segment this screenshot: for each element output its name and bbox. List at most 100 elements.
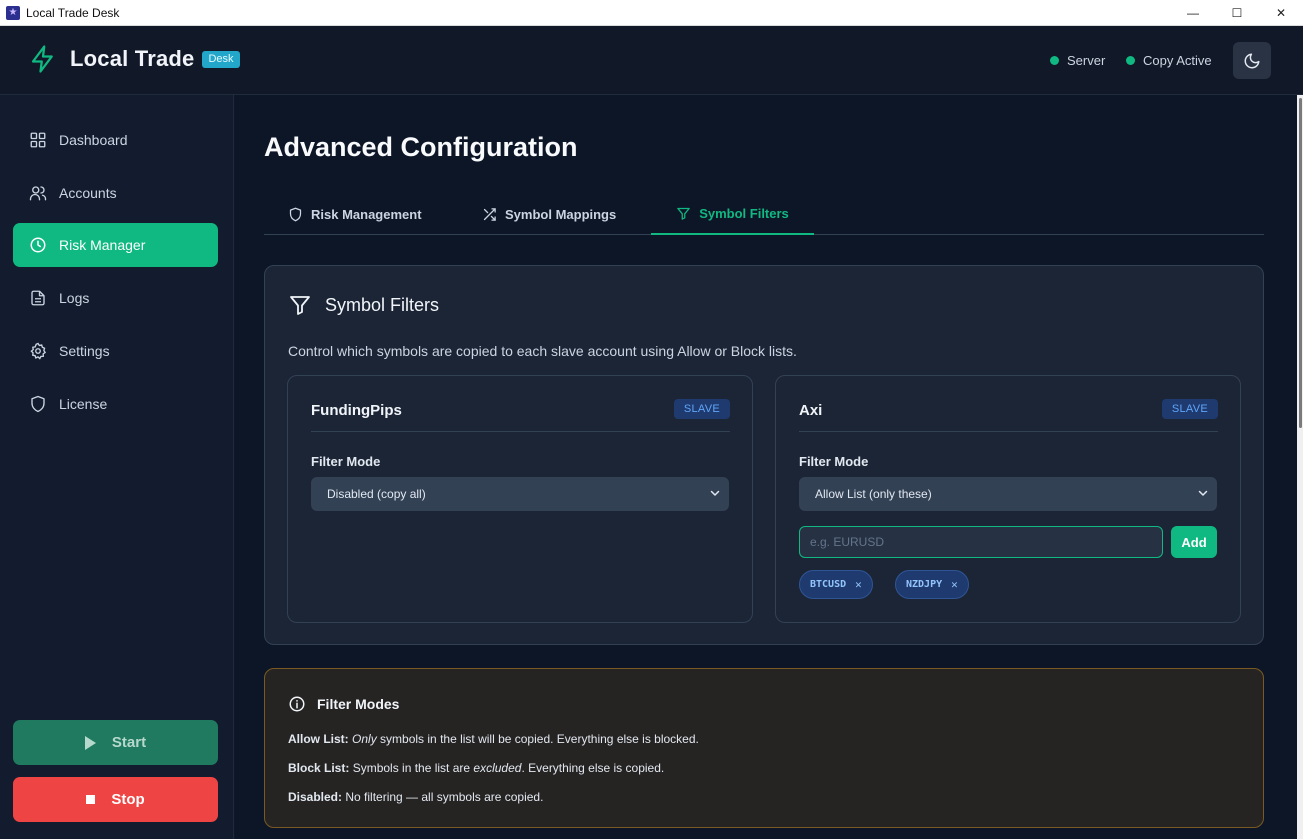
app-icon: ★ xyxy=(6,5,20,20)
sidebar-item-risk-manager[interactable]: Risk Manager xyxy=(13,223,218,267)
filter-mode-value: Disabled (copy all) xyxy=(327,487,426,501)
sidebar-item-label: Accounts xyxy=(59,185,117,201)
emphasis: excluded xyxy=(473,761,522,775)
sidebar-item-label: Logs xyxy=(59,290,90,306)
stop-button[interactable]: Stop xyxy=(13,777,218,822)
close-icon[interactable]: ✕ xyxy=(951,578,958,591)
emphasis: Only xyxy=(352,732,377,746)
copy-status-label: Copy Active xyxy=(1143,53,1212,68)
sidebar-item-label: License xyxy=(59,396,108,412)
sidebar-item-dashboard[interactable]: Dashboard xyxy=(13,118,218,162)
play-icon xyxy=(84,735,96,750)
maximize-button[interactable]: ☐ xyxy=(1215,0,1259,26)
term: Allow List: xyxy=(288,732,349,746)
sidebar-item-label: Risk Manager xyxy=(59,237,146,253)
term: Block List: xyxy=(288,761,350,775)
account-name: FundingPips xyxy=(311,402,402,419)
role-badge: SLAVE xyxy=(673,399,730,419)
sidebar: Dashboard Accounts Risk Manager Logs Set… xyxy=(0,95,234,839)
tab-label: Symbol Mappings xyxy=(505,206,617,222)
account-card-axi: Axi SLAVE Filter Mode Allow List (only t… xyxy=(775,375,1241,623)
filter-icon xyxy=(290,296,310,315)
brand: Local Trade Desk xyxy=(28,44,240,74)
filter-modes-info: Filter Modes Allow List: Only symbols in… xyxy=(264,668,1264,828)
close-button[interactable]: ✕ xyxy=(1259,0,1303,26)
symbol-filters-card: Symbol Filters Control which symbols are… xyxy=(264,265,1264,645)
filter-mode-label: Filter Mode xyxy=(799,454,869,469)
stop-button-label: Stop xyxy=(111,791,145,808)
sidebar-item-settings[interactable]: Settings xyxy=(13,329,218,373)
filter-mode-select[interactable]: Disabled (copy all) xyxy=(311,477,729,511)
text: Symbols in the list are xyxy=(352,761,471,775)
symbol-chip: NZDJPY ✕ xyxy=(895,570,969,599)
shuffle-icon xyxy=(483,207,496,221)
copy-status: Copy Active xyxy=(1126,53,1212,68)
info-allow-list: Allow List: Only symbols in the list wil… xyxy=(288,732,699,746)
lightning-icon xyxy=(31,45,53,73)
info-title-text: Filter Modes xyxy=(317,696,400,712)
window-titlebar: ★ Local Trade Desk — ☐ ✕ xyxy=(0,0,1303,26)
term: Disabled: xyxy=(288,790,343,804)
info-title: Filter Modes xyxy=(288,695,399,713)
start-button[interactable]: Start xyxy=(13,720,218,765)
moon-icon xyxy=(1244,53,1260,68)
shield-icon xyxy=(31,395,45,413)
sidebar-item-logs[interactable]: Logs xyxy=(13,276,218,320)
role-badge: SLAVE xyxy=(1161,399,1218,419)
account-card-fundingpips: FundingPips SLAVE Filter Mode Disabled (… xyxy=(287,375,753,623)
window-title: Local Trade Desk xyxy=(26,5,120,20)
app-header: Local Trade Desk Server Copy Active xyxy=(0,26,1303,95)
sidebar-item-license[interactable]: License xyxy=(13,382,218,426)
status-dot xyxy=(1050,56,1059,65)
minimize-button[interactable]: — xyxy=(1171,0,1215,26)
close-icon[interactable]: ✕ xyxy=(855,578,862,591)
card-description: Control which symbols are copied to each… xyxy=(288,343,797,359)
filter-mode-value: Allow List (only these) xyxy=(815,487,932,501)
text: No filtering — all symbols are copied. xyxy=(345,790,544,804)
clock-icon xyxy=(30,237,46,253)
grid-icon xyxy=(30,132,46,148)
symbol-chip: BTCUSD ✕ xyxy=(799,570,873,599)
tab-symbol-mappings[interactable]: Symbol Mappings xyxy=(482,193,616,235)
text: . Everything else is copied. xyxy=(521,761,665,775)
add-symbol-button[interactable]: Add xyxy=(1171,526,1217,558)
card-title-text: Symbol Filters xyxy=(325,294,440,315)
main-content: Advanced Configuration Risk Management S… xyxy=(235,95,1297,839)
chevron-down-icon xyxy=(1198,490,1208,496)
filter-mode-select[interactable]: Allow List (only these) xyxy=(799,477,1217,511)
info-icon xyxy=(289,696,305,712)
symbol-chip-label: BTCUSD xyxy=(810,579,847,590)
shield-icon xyxy=(289,207,302,221)
gear-icon xyxy=(30,342,47,360)
start-button-label: Start xyxy=(111,734,147,751)
symbol-chip-label: NZDJPY xyxy=(906,579,943,590)
filter-icon xyxy=(677,207,690,220)
tab-bar: Risk Management Symbol Mappings Symbol F… xyxy=(264,193,1264,235)
info-block-list: Block List: Symbols in the list are excl… xyxy=(288,761,664,775)
document-icon xyxy=(31,290,45,306)
theme-toggle-button[interactable] xyxy=(1233,42,1271,79)
tab-label: Risk Management xyxy=(311,206,422,222)
account-name: Axi xyxy=(799,402,823,419)
tab-symbol-filters[interactable]: Symbol Filters xyxy=(651,193,814,235)
symbol-input[interactable] xyxy=(799,526,1163,558)
tab-risk-management[interactable]: Risk Management xyxy=(288,193,422,235)
chevron-down-icon xyxy=(710,490,720,496)
scrollbar-thumb[interactable] xyxy=(1299,98,1302,428)
text: symbols in the list will be copied. Ever… xyxy=(380,732,699,746)
status-dot xyxy=(1126,56,1135,65)
users-icon xyxy=(29,186,47,201)
server-status: Server xyxy=(1050,53,1105,68)
divider xyxy=(311,431,730,432)
sidebar-item-accounts[interactable]: Accounts xyxy=(13,171,218,215)
page-title: Advanced Configuration xyxy=(264,132,578,162)
window-controls: — ☐ ✕ xyxy=(1171,0,1303,26)
sidebar-item-label: Settings xyxy=(59,343,110,359)
brand-name: Local Trade xyxy=(70,46,195,71)
sidebar-item-label: Dashboard xyxy=(59,132,128,148)
server-status-label: Server xyxy=(1067,53,1106,68)
divider xyxy=(799,431,1218,432)
filter-mode-label: Filter Mode xyxy=(311,454,381,469)
card-title: Symbol Filters xyxy=(288,293,439,317)
info-disabled: Disabled: No filtering — all symbols are… xyxy=(288,790,543,804)
